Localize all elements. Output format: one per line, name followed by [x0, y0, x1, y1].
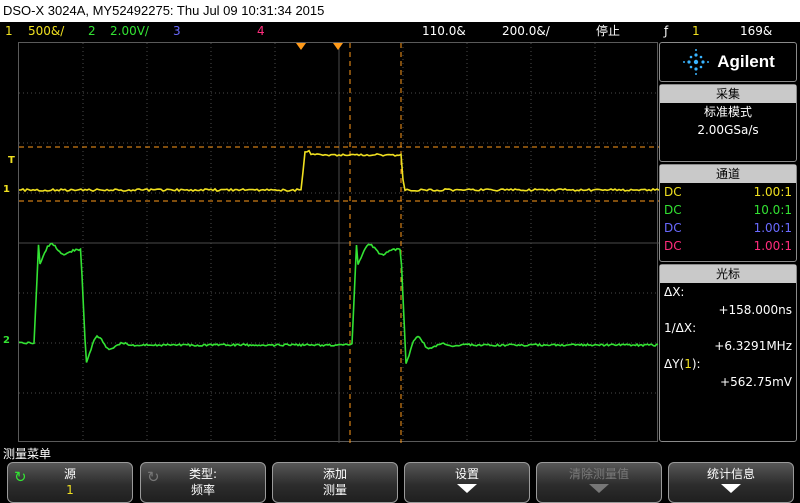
submenu-arrow-icon	[589, 484, 609, 493]
ch3-number[interactable]: 3	[173, 22, 181, 41]
clear-label: 清除测量值	[537, 466, 661, 482]
run-state[interactable]: 停止	[596, 22, 620, 41]
softkey-bar: ↻ 源 1 ↻ 类型: 频率 添加 测量 设置 清除测量值 统计信息	[0, 462, 800, 503]
entry-knob-icon: ↻	[147, 469, 160, 485]
ch2-ground-marker[interactable]: 2	[3, 335, 10, 346]
clear-measurements-softkey[interactable]: 清除测量值	[536, 462, 662, 503]
trigger-edge-icon: ƒ	[664, 22, 668, 41]
channel-3-coupling: DC	[664, 219, 682, 237]
channel-3-probe: 1.00:1	[754, 219, 792, 237]
ch2-trace	[19, 244, 658, 364]
status-bar: 1 500&/ 2 2.00V/ 3 4 110.0& 200.0&/ 停止 ƒ…	[0, 22, 800, 41]
trigger-position-marker	[296, 43, 306, 50]
acquisition-header: 采集	[660, 85, 796, 103]
waveform-area	[19, 43, 659, 443]
cursors-box[interactable]: 光标 ΔX: +158.000ns 1/ΔX: +6.3291MHz ΔY(1)…	[659, 264, 797, 442]
delta-y-label-start: ΔY(	[664, 357, 684, 371]
statistics-label: 统计信息	[669, 466, 793, 482]
ch1-ground-marker[interactable]: 1	[3, 184, 10, 195]
trigger-level-marker[interactable]: T	[8, 155, 15, 166]
ch4-number[interactable]: 4	[257, 22, 265, 41]
delta-y-label-end: ):	[692, 357, 701, 371]
channel-3-row: DC 1.00:1	[660, 219, 796, 237]
channel-1-probe: 1.00:1	[754, 183, 792, 201]
channel-2-row: DC 10.0:1	[660, 201, 796, 219]
channel-4-coupling: DC	[664, 237, 682, 255]
menu-title: 测量菜单	[3, 445, 51, 462]
brand-name: Agilent	[717, 52, 775, 72]
channels-box[interactable]: 通道 DC 1.00:1 DC 10.0:1 DC 1.00:1 DC 1.00…	[659, 164, 797, 262]
sample-rate: 2.00GSa/s	[660, 121, 796, 139]
waveform-display[interactable]	[18, 42, 658, 442]
cursors-header: 光标	[660, 265, 796, 283]
delta-y-channel: 1	[684, 357, 692, 371]
cursor-x1-marker	[333, 43, 343, 50]
source-label: 源	[8, 466, 132, 482]
delta-x-value: +158.000ns	[660, 301, 796, 319]
statistics-softkey[interactable]: 统计信息	[668, 462, 794, 503]
delta-y-label: ΔY(1):	[660, 355, 796, 373]
channel-1-coupling: DC	[664, 183, 682, 201]
add-label: 添加	[273, 466, 397, 482]
add-label-2: 测量	[273, 482, 397, 498]
channel-1-row: DC 1.00:1	[660, 183, 796, 201]
entry-knob-icon: ↻	[14, 469, 27, 485]
brand-box: Agilent	[659, 42, 797, 82]
trigger-source[interactable]: 1	[692, 22, 700, 41]
type-softkey[interactable]: ↻ 类型: 频率	[140, 462, 266, 503]
settings-label: 设置	[405, 466, 529, 482]
add-measurement-softkey[interactable]: 添加 测量	[272, 462, 398, 503]
channel-2-probe: 10.0:1	[754, 201, 792, 219]
type-value: 频率	[141, 482, 265, 498]
type-label: 类型:	[141, 466, 265, 482]
submenu-arrow-icon	[721, 484, 741, 493]
trigger-level[interactable]: 169&	[740, 22, 772, 41]
delta-y-value: +562.75mV	[660, 373, 796, 391]
channel-2-coupling: DC	[664, 201, 682, 219]
delta-x-label: ΔX:	[660, 283, 796, 301]
acquisition-mode: 标准模式	[660, 103, 796, 121]
horizontal-delay[interactable]: 110.0&	[422, 22, 466, 41]
inverse-delta-x-value: +6.3291MHz	[660, 337, 796, 355]
channel-4-probe: 1.00:1	[754, 237, 792, 255]
ch1-number[interactable]: 1	[5, 22, 13, 41]
settings-softkey[interactable]: 设置	[404, 462, 530, 503]
source-softkey[interactable]: ↻ 源 1	[7, 462, 133, 503]
inverse-delta-x-label: 1/ΔX:	[660, 319, 796, 337]
acquisition-box[interactable]: 采集 标准模式 2.00GSa/s	[659, 84, 797, 162]
channels-header: 通道	[660, 165, 796, 183]
agilent-spark-icon	[681, 47, 711, 77]
ch2-number[interactable]: 2	[88, 22, 96, 41]
timebase[interactable]: 200.0&/	[502, 22, 550, 41]
ch1-trace	[19, 151, 659, 191]
channel-4-row: DC 1.00:1	[660, 237, 796, 255]
source-value: 1	[8, 482, 132, 498]
ch1-scale[interactable]: 500&/	[28, 22, 64, 41]
window-title: DSO-X 3024A, MY52492275: Thu Jul 09 10:3…	[0, 0, 800, 22]
side-panel: Agilent 采集 标准模式 2.00GSa/s 通道 DC 1.00:1 D…	[659, 42, 800, 442]
ch2-scale[interactable]: 2.00V/	[110, 22, 149, 41]
submenu-arrow-icon	[457, 484, 477, 493]
